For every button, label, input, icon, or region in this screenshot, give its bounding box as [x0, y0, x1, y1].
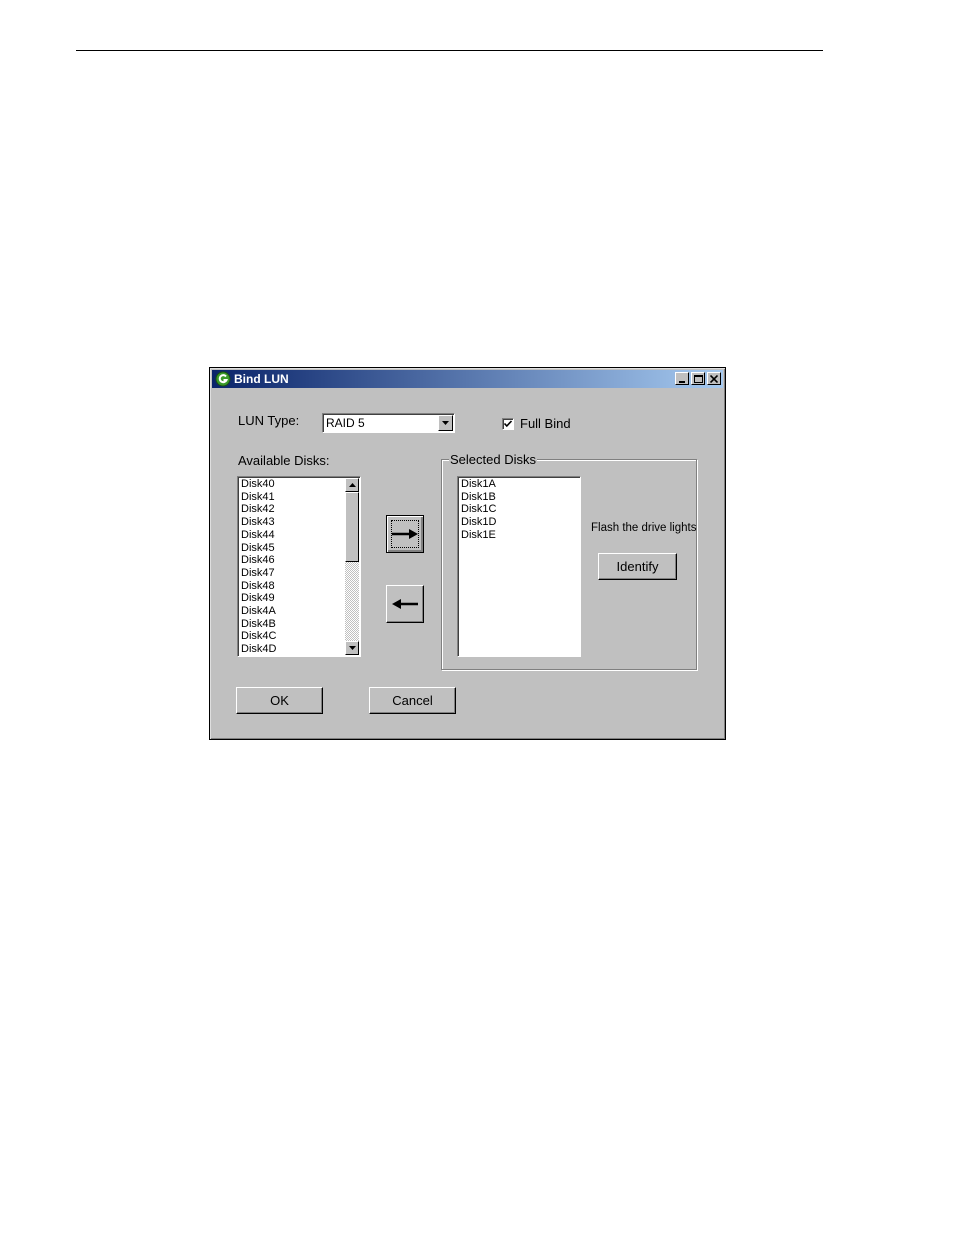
- lun-type-select[interactable]: RAID 5: [322, 413, 455, 433]
- selected-disks-list[interactable]: Disk1A Disk1B Disk1C Disk1D Disk1E: [457, 476, 581, 657]
- arrow-left-icon: [392, 599, 418, 609]
- cancel-button[interactable]: Cancel: [369, 687, 456, 714]
- list-item[interactable]: Disk42: [238, 503, 345, 516]
- list-item[interactable]: Disk49: [238, 592, 345, 605]
- selected-disks-items: Disk1A Disk1B Disk1C Disk1D Disk1E: [458, 478, 580, 542]
- bind-lun-dialog: Bind LUN LUN Type: RAID 5 Full Bind Avai…: [209, 367, 726, 740]
- list-item[interactable]: Disk44: [238, 529, 345, 542]
- list-item[interactable]: Disk46: [238, 554, 345, 567]
- list-item[interactable]: Disk4A: [238, 605, 345, 618]
- chevron-down-icon: [348, 646, 356, 650]
- list-item[interactable]: Disk45: [238, 542, 345, 555]
- scroll-down-button[interactable]: [345, 641, 359, 655]
- selected-disks-group: Selected Disks Disk1A Disk1B Disk1C Disk1D D…: [441, 452, 697, 670]
- chevron-down-icon: [442, 421, 449, 425]
- title-bar[interactable]: Bind LUN: [212, 370, 723, 388]
- window-title: Bind LUN: [234, 372, 289, 386]
- lun-type-label: LUN Type:: [238, 413, 300, 428]
- focus-rect: [391, 520, 419, 548]
- chevron-up-icon: [348, 483, 356, 487]
- list-item[interactable]: Disk1C: [458, 503, 580, 516]
- page-header-rule: [76, 50, 823, 51]
- list-item[interactable]: Disk47: [238, 567, 345, 580]
- available-disks-label: Available Disks:: [238, 453, 330, 468]
- close-icon: [710, 374, 718, 383]
- identify-button[interactable]: Identify: [598, 553, 677, 580]
- add-disk-button[interactable]: [386, 515, 424, 553]
- list-item[interactable]: Disk43: [238, 516, 345, 529]
- ok-button[interactable]: OK: [236, 687, 323, 714]
- selected-disks-label: Selected Disks: [449, 452, 537, 467]
- list-item[interactable]: Disk1D: [458, 516, 580, 529]
- flash-drive-lights-text: Flash the drive lights: [591, 522, 697, 534]
- remove-disk-button[interactable]: [386, 585, 424, 623]
- list-item[interactable]: Disk48: [238, 580, 345, 593]
- list-item[interactable]: Disk40: [238, 478, 345, 491]
- maximize-button[interactable]: [691, 372, 705, 385]
- scroll-thumb[interactable]: [345, 492, 359, 562]
- list-item[interactable]: Disk4B: [238, 618, 345, 631]
- list-item[interactable]: Disk1B: [458, 491, 580, 504]
- maximize-icon: [693, 374, 703, 383]
- lun-type-dropdown-button[interactable]: [438, 415, 453, 431]
- list-item[interactable]: Disk1E: [458, 529, 580, 542]
- list-item[interactable]: Disk4C: [238, 630, 345, 643]
- list-item[interactable]: Disk41: [238, 491, 345, 504]
- list-item[interactable]: Disk1A: [458, 478, 580, 491]
- full-bind-label: Full Bind: [520, 416, 571, 431]
- minimize-button[interactable]: [675, 372, 689, 385]
- minimize-icon: [679, 380, 685, 383]
- list-item[interactable]: Disk4D: [238, 643, 345, 656]
- close-button[interactable]: [707, 372, 721, 385]
- checkmark-icon: [503, 420, 513, 428]
- lun-type-value: RAID 5: [326, 416, 365, 430]
- available-disks-list[interactable]: Disk40 Disk41 Disk42 Disk43 Disk44 Disk45 Disk…: [237, 476, 361, 657]
- app-logo-icon: [215, 371, 231, 387]
- available-disks-scrollbar[interactable]: [345, 478, 359, 655]
- full-bind-checkbox[interactable]: [502, 418, 514, 430]
- available-disks-items: Disk40 Disk41 Disk42 Disk43 Disk44 Disk45 Disk…: [238, 478, 345, 656]
- scroll-up-button[interactable]: [345, 478, 359, 492]
